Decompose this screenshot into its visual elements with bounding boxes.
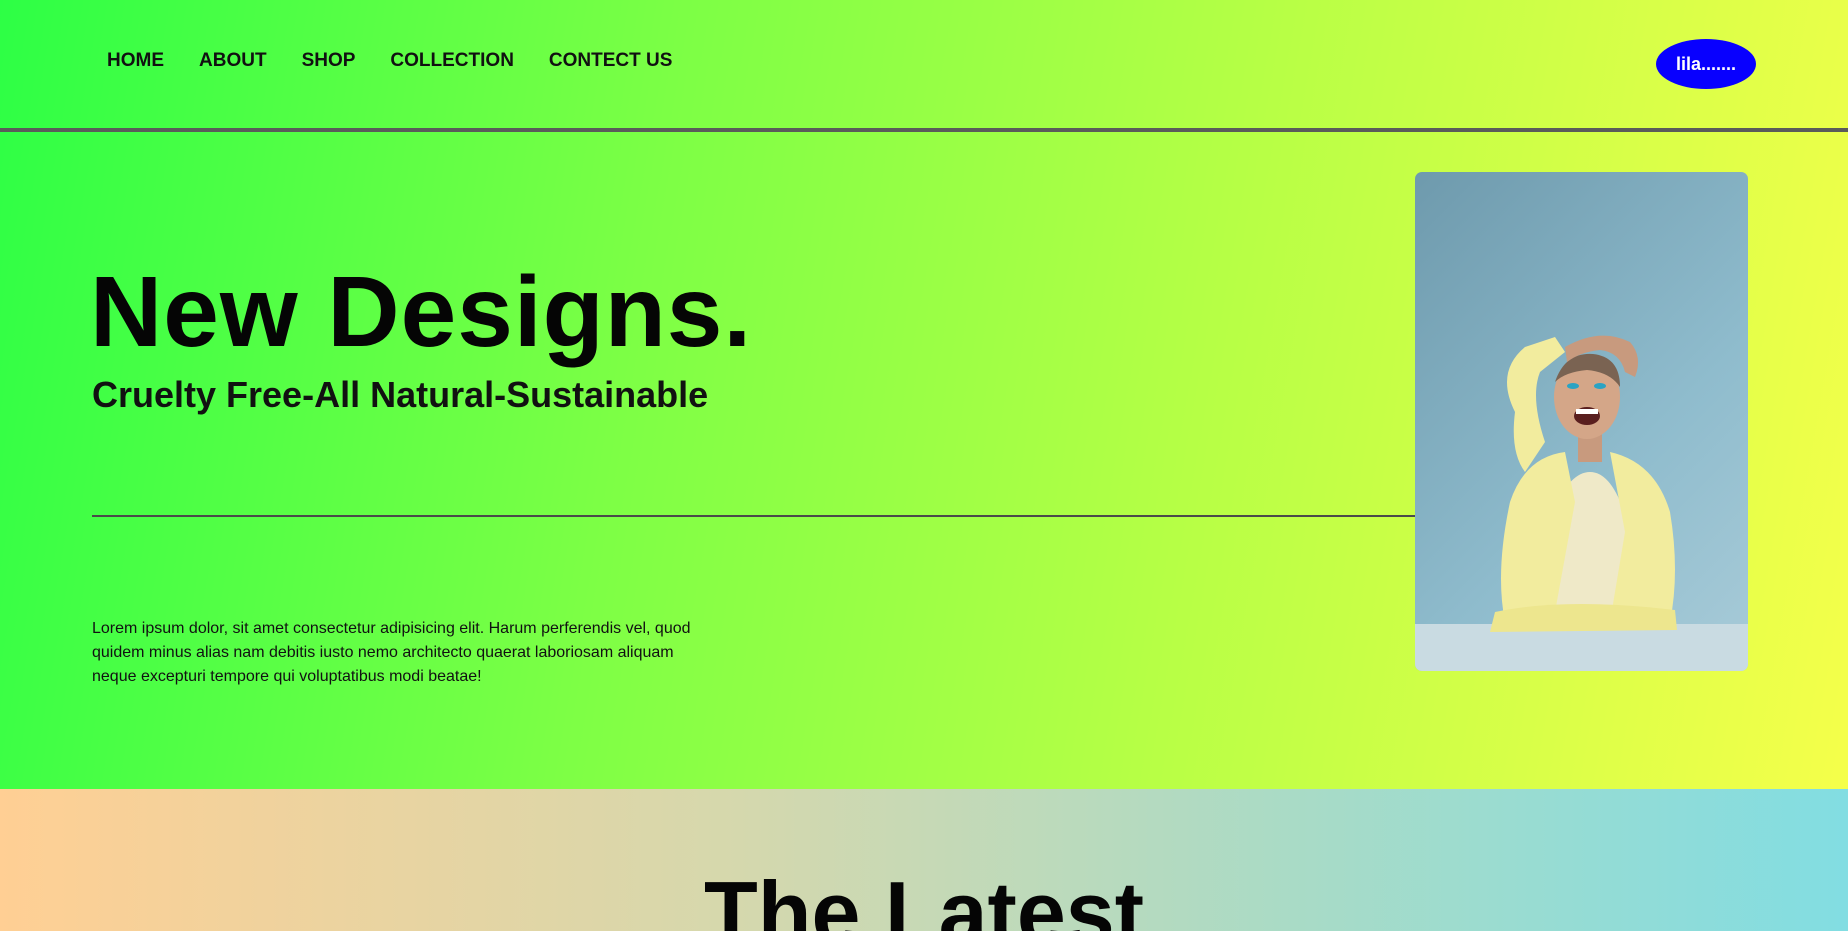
hero-title: New Designs. — [90, 256, 753, 368]
latest-section: The Latest — [0, 789, 1848, 931]
model-illustration — [1415, 335, 1748, 671]
hero-section: HOME ABOUT SHOP COLLECTION CONTECT US li… — [0, 0, 1848, 789]
nav-link-home[interactable]: HOME — [107, 50, 164, 72]
nav-links: HOME ABOUT SHOP COLLECTION CONTECT US — [107, 50, 672, 72]
nav-link-collection[interactable]: COLLECTION — [390, 50, 514, 72]
navbar: HOME ABOUT SHOP COLLECTION CONTECT US li… — [0, 0, 1848, 132]
nav-link-contact[interactable]: CONTECT US — [549, 50, 673, 72]
nav-link-shop[interactable]: SHOP — [302, 50, 356, 72]
hero-paragraph: Lorem ipsum dolor, sit amet consectetur … — [92, 620, 691, 685]
model-photo — [1415, 172, 1748, 671]
hero-divider — [92, 515, 1416, 517]
brand-button[interactable]: lila....... — [1656, 39, 1756, 89]
latest-title: The Latest — [703, 863, 1145, 931]
hero-subtitle: Cruelty Free-All Natural-Sustainable — [92, 374, 709, 415]
nav-link-about[interactable]: ABOUT — [199, 50, 267, 72]
